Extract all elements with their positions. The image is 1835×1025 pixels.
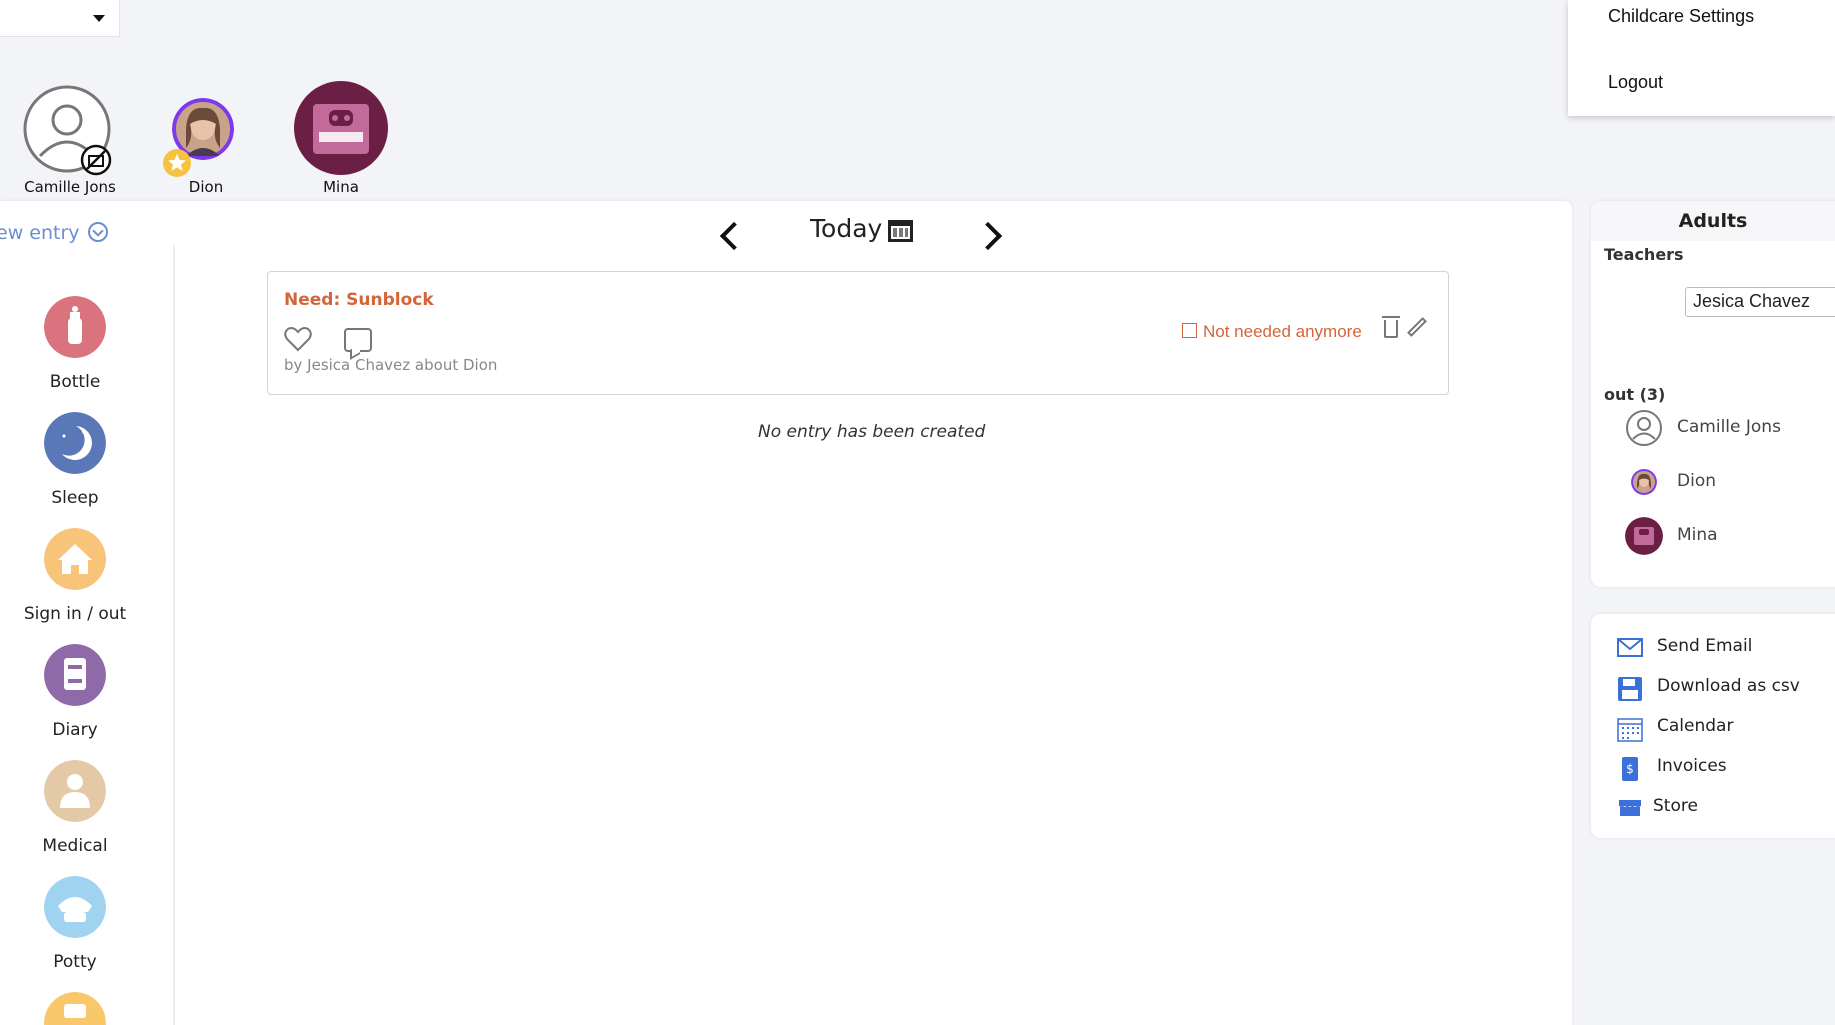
empty-message: No entry has been created	[758, 422, 986, 442]
avatar	[1625, 517, 1663, 555]
heart-icon[interactable]	[284, 326, 312, 352]
action-label: Send Email	[1657, 636, 1753, 656]
category-label: Medical	[42, 836, 108, 856]
user-menu: Childcare Settings Logout	[1568, 0, 1835, 116]
date-navigation: Today	[700, 212, 1030, 262]
checkbox-icon	[1182, 323, 1197, 338]
entry-byline: by Jesica Chavez about Dion	[284, 356, 498, 374]
category-label: Diary	[52, 720, 98, 740]
not-needed-checkbox[interactable]: Not needed anymore	[1182, 322, 1362, 342]
calendar-icon[interactable]	[888, 220, 913, 242]
invoice-icon: $	[1622, 757, 1638, 781]
child-name: Dion	[188, 178, 224, 196]
category-diary[interactable]: Diary	[0, 644, 150, 740]
food-icon	[44, 992, 106, 1025]
chevron-left-icon[interactable]	[719, 221, 749, 251]
star-badge-icon	[163, 149, 191, 177]
save-icon	[1618, 677, 1642, 701]
moon-icon	[44, 412, 106, 474]
actions-panel: Send Email Download as csv Calendar $ In…	[1591, 614, 1835, 838]
not-needed-label: Not needed anymore	[1203, 322, 1362, 341]
chevron-down-icon	[87, 222, 108, 242]
svg-text:$: $	[1626, 762, 1634, 776]
top-dropdown[interactable]	[0, 0, 120, 37]
pencil-icon[interactable]	[1407, 317, 1427, 337]
child-name: Camille Jons	[24, 178, 116, 196]
user-placeholder-icon	[1626, 410, 1662, 446]
out-item-name: Mina	[1677, 525, 1718, 545]
category-sleep[interactable]: Sleep	[0, 412, 150, 508]
child-name: Mina	[323, 178, 359, 196]
entry-title: Need: Sunblock	[284, 290, 434, 310]
action-label: Calendar	[1657, 716, 1734, 736]
teachers-label: Teachers	[1604, 245, 1684, 264]
category-potty[interactable]: Potty	[0, 876, 150, 972]
out-item-name: Camille Jons	[1677, 417, 1781, 437]
entry-card: Need: Sunblock by Jesica Chavez about Di…	[267, 271, 1449, 395]
category-label: Sleep	[51, 488, 99, 508]
potty-icon	[44, 876, 106, 938]
comment-icon[interactable]	[344, 328, 372, 352]
teacher-select[interactable]: Jesica Chavez	[1685, 287, 1835, 317]
trash-icon[interactable]	[1382, 316, 1400, 338]
category-label: Potty	[53, 952, 97, 972]
calendar-icon	[1617, 718, 1643, 742]
new-entry-label: ew entry	[0, 222, 80, 244]
menu-item-logout[interactable]: Logout	[1608, 72, 1663, 93]
category-bottle[interactable]: Bottle	[0, 296, 150, 392]
avatar	[1631, 469, 1657, 495]
diary-icon	[44, 644, 106, 706]
house-icon	[44, 528, 106, 590]
avatar	[294, 81, 388, 175]
bottle-icon	[44, 296, 106, 358]
chevron-right-icon[interactable]	[973, 221, 1003, 251]
store-icon	[1619, 800, 1641, 816]
out-item-name: Dion	[1677, 471, 1716, 491]
divider	[173, 245, 175, 1025]
category-label: Sign in / out	[23, 604, 127, 624]
category-sign-in-out[interactable]: Sign in / out	[0, 528, 150, 624]
action-label: Store	[1653, 796, 1698, 816]
category-more[interactable]	[0, 992, 150, 1025]
caret-down-icon	[93, 15, 105, 22]
date-label: Today	[810, 214, 883, 243]
action-label: Download as csv	[1657, 676, 1800, 696]
mail-icon	[1617, 638, 1643, 657]
no-photo-icon	[80, 144, 112, 176]
doctor-icon	[44, 760, 106, 822]
category-medical[interactable]: Medical	[0, 760, 150, 856]
action-label: Invoices	[1657, 756, 1727, 776]
new-entry-toggle[interactable]: ew entry	[0, 222, 108, 244]
adults-panel: Adults Teachers Jesica Chavez out (3) Ca…	[1591, 201, 1835, 587]
adults-heading: Adults	[1591, 201, 1835, 241]
out-label: out (3)	[1604, 385, 1666, 404]
menu-item-childcare-settings[interactable]: Childcare Settings	[1608, 6, 1754, 27]
category-label: Bottle	[49, 372, 101, 392]
